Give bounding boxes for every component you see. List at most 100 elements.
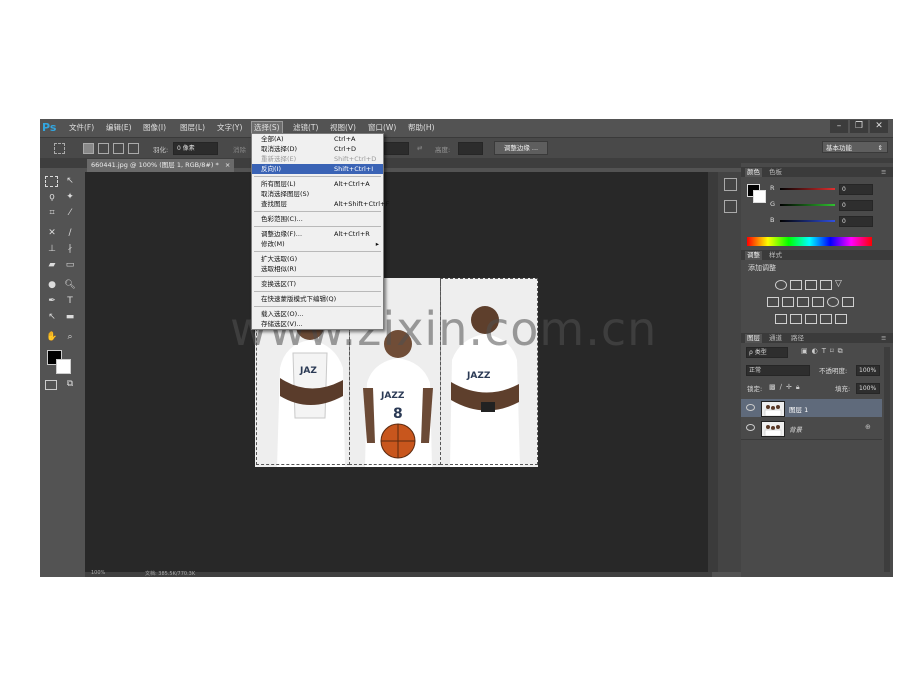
width-input[interactable] [384, 142, 409, 155]
select-menu-item[interactable]: 取消选择图层(S) [252, 189, 383, 199]
visibility-eye-icon[interactable] [746, 424, 755, 431]
antialias-label[interactable]: 消除 [233, 144, 246, 154]
select-menu-item[interactable]: 全部(A) Ctrl+A [252, 134, 383, 144]
lasso-tool-icon[interactable]: ϙ [45, 191, 59, 203]
select-menu-item[interactable]: 在快速蒙版模式下编辑(Q) [252, 294, 383, 304]
select-menu-item[interactable]: 重新选择(E) Shift+Ctrl+D [252, 154, 383, 164]
menu-type[interactable]: 文字(Y) [215, 122, 244, 133]
pen-tool-icon[interactable]: ✒ [45, 295, 59, 307]
slider-g[interactable]: G 0 [747, 200, 887, 211]
g-value[interactable]: 0 [839, 200, 873, 211]
quick-mask-icon[interactable] [45, 380, 57, 390]
layer-name[interactable]: 背景 [789, 424, 802, 434]
subtract-selection-icon[interactable] [113, 143, 124, 154]
select-menu-item[interactable]: 修改(M) ▸ [252, 239, 383, 249]
marquee-preset-icon[interactable] [54, 143, 65, 154]
tab-close-icon[interactable]: × [225, 161, 230, 169]
layer-filter-select[interactable]: ρ 类型 [746, 347, 788, 358]
properties-panel-icon[interactable] [724, 200, 737, 213]
brush-tool-icon[interactable]: ∕ [63, 227, 77, 239]
exposure-icon[interactable] [820, 280, 832, 290]
healing-brush-icon[interactable]: ✕ [45, 227, 59, 239]
channel-mixer-icon[interactable] [827, 297, 839, 307]
threshold-icon[interactable] [805, 314, 817, 324]
tab-layers[interactable]: 图层 [745, 334, 762, 343]
photo-filter-icon[interactable] [812, 297, 824, 307]
layers-scrollbar[interactable] [884, 347, 890, 572]
menu-image[interactable]: 图像(I) [141, 122, 168, 133]
fill-input[interactable]: 100% [856, 383, 880, 394]
vertical-scrollbar[interactable] [708, 172, 718, 572]
opacity-input[interactable]: 100% [856, 365, 880, 376]
close-button[interactable]: ✕ [870, 120, 888, 133]
menu-window[interactable]: 窗口(W) [366, 122, 398, 133]
menu-view[interactable]: 视图(V) [328, 122, 358, 133]
select-menu-item[interactable]: 反向(I) Shift+Ctrl+I [252, 164, 383, 174]
type-tool-icon[interactable]: T [63, 295, 77, 307]
refine-edge-button[interactable]: 调整边缘 ... [494, 141, 548, 155]
blend-mode-select[interactable]: 正常 [746, 365, 810, 376]
eraser-tool-icon[interactable]: ▰ [45, 259, 59, 271]
slider-b[interactable]: B 0 [747, 216, 887, 227]
shape-tool-icon[interactable]: ▬ [63, 311, 77, 323]
swap-icon[interactable]: ⇄ [417, 144, 422, 152]
select-menu-item[interactable]: 存储选区(V)... [252, 319, 383, 329]
dodge-tool-icon[interactable]: 🔍︎ [63, 279, 77, 291]
selective-color-icon[interactable] [835, 314, 847, 324]
intersect-selection-icon[interactable] [128, 143, 139, 154]
slider-r[interactable]: R 0 [747, 184, 887, 195]
select-menu-item[interactable]: 选取相似(R) [252, 264, 383, 274]
select-menu-item[interactable]: 所有图层(L) Alt+Ctrl+A [252, 179, 383, 189]
menu-file[interactable]: 文件(F) [67, 122, 96, 133]
height-input[interactable] [458, 142, 483, 155]
gradient-tool-icon[interactable]: ▭ [63, 259, 77, 271]
tab-paths[interactable]: 路径 [789, 334, 806, 343]
black-white-icon[interactable] [797, 297, 809, 307]
r-track[interactable] [780, 188, 835, 190]
marquee-tool-icon[interactable] [45, 176, 58, 187]
tab-adjustments[interactable]: 调整 [745, 251, 762, 260]
menu-layer[interactable]: 图层(L) [178, 122, 207, 133]
select-menu-item[interactable]: 查找图层 Alt+Shift+Ctrl+F [252, 199, 389, 209]
b-track[interactable] [780, 220, 835, 222]
invert-icon[interactable] [775, 314, 787, 324]
color-spectrum-bar[interactable] [747, 237, 872, 246]
select-menu-item[interactable]: 取消选择(D) Ctrl+D [252, 144, 383, 154]
history-panel-icon[interactable] [724, 178, 737, 191]
brightness-icon[interactable] [775, 280, 787, 290]
blur-tool-icon[interactable]: ● [45, 279, 59, 291]
layer-row[interactable]: 背景 ⊕ [741, 419, 882, 437]
workspace-select[interactable]: 基本功能 ⇕ [822, 141, 888, 153]
hand-tool-icon[interactable]: ✋ [45, 331, 59, 343]
layers-menu-icon[interactable]: ≡ [879, 334, 888, 343]
gradient-map-icon[interactable] [820, 314, 832, 324]
screen-mode-icon[interactable]: ⧉ [63, 378, 77, 390]
menu-edit[interactable]: 编辑(E) [104, 122, 134, 133]
move-tool-icon[interactable]: ↖ [63, 175, 77, 187]
path-select-icon[interactable]: ↖ [45, 311, 59, 323]
select-menu-item[interactable]: 载入选区(O)... [252, 309, 383, 319]
menu-help[interactable]: 帮助(H) [406, 122, 437, 133]
vibrance-icon[interactable]: ▽ [835, 280, 845, 289]
select-menu-item[interactable]: 扩大选取(G) [252, 254, 383, 264]
quick-select-tool-icon[interactable]: ✦ [63, 191, 77, 203]
tab-channels[interactable]: 通道 [767, 334, 784, 343]
r-value[interactable]: 0 [839, 184, 873, 195]
select-menu-item[interactable]: 调整边缘(F)... Alt+Ctrl+R [252, 229, 383, 239]
restore-button[interactable]: ❐ [850, 120, 868, 133]
g-track[interactable] [780, 204, 835, 206]
history-brush-icon[interactable]: ∤ [63, 243, 77, 255]
eyedropper-tool-icon[interactable]: ⁄ [63, 207, 77, 219]
add-selection-icon[interactable] [98, 143, 109, 154]
minimize-button[interactable]: – [830, 120, 848, 133]
hue-saturation-icon[interactable] [767, 297, 779, 307]
curves-icon[interactable] [805, 280, 817, 290]
tab-styles[interactable]: 样式 [767, 251, 784, 260]
crop-tool-icon[interactable]: ⌗ [45, 207, 59, 219]
levels-icon[interactable] [790, 280, 802, 290]
clone-stamp-icon[interactable]: ⊥ [45, 243, 59, 255]
new-selection-icon[interactable] [83, 143, 94, 154]
menu-filter[interactable]: 滤镜(T) [291, 122, 320, 133]
select-menu-item[interactable]: 变换选区(T) [252, 279, 383, 289]
tab-color[interactable]: 颜色 [745, 168, 762, 177]
